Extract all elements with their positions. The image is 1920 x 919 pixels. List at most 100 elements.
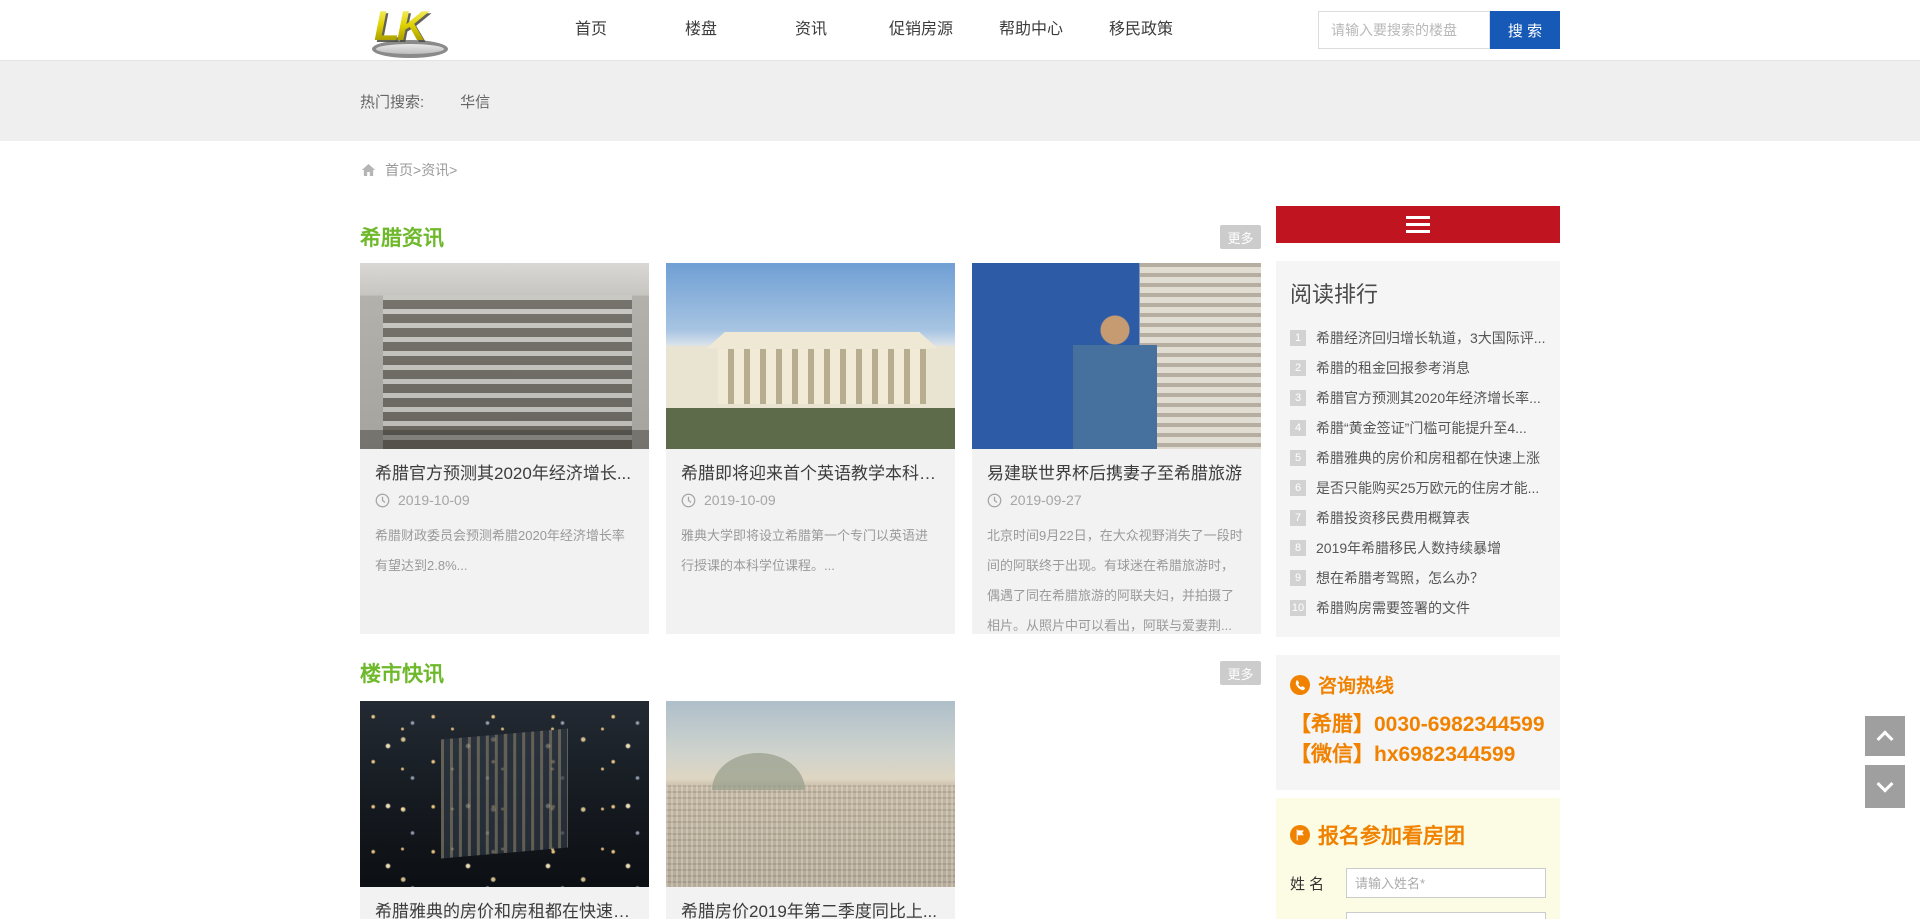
ranking-item-text: 想在希腊考驾照，怎么办？ — [1316, 568, 1484, 588]
ranking-title: 阅读排行 — [1290, 277, 1546, 309]
sidebar-menu-bar[interactable] — [1276, 206, 1560, 243]
search-box: 搜 索 — [1318, 11, 1560, 49]
chevron-down-icon — [1877, 775, 1894, 792]
nav-item[interactable]: 移民政策 — [1086, 0, 1196, 60]
ranking-item[interactable]: 7 希腊投资移民费用概算表 — [1290, 503, 1546, 533]
section-title-greece-news: 希腊资讯 — [360, 222, 444, 252]
chevron-up-icon — [1877, 730, 1894, 747]
sidebar: 阅读排行 1 希腊经济回归增长轨道，3大国际评... 2 希腊的租金回报参考消息… — [1276, 206, 1560, 919]
rank-number: 3 — [1290, 390, 1306, 406]
rank-number: 4 — [1290, 420, 1306, 436]
scroll-down-button[interactable] — [1865, 765, 1905, 808]
article-card[interactable]: 易建联世界杯后携妻子至希腊旅游 2019-09-27 北京时间9月22日，在大众… — [972, 263, 1261, 634]
ranking-item-text: 希腊官方预测其2020年经济增长率... — [1316, 388, 1541, 408]
rank-number: 7 — [1290, 510, 1306, 526]
nav-item[interactable]: 促销房源 — [866, 0, 976, 60]
site-logo[interactable]: LK — [360, 1, 464, 59]
ranking-item[interactable]: 9 想在希腊考驾照，怎么办？ — [1290, 563, 1546, 593]
hamburger-icon — [1406, 223, 1430, 226]
article-summary: 希腊财政委员会预测希腊2020年经济增长率有望达到2.8%... — [375, 521, 634, 581]
nav-item[interactable]: 帮助中心 — [976, 0, 1086, 60]
rank-number: 5 — [1290, 450, 1306, 466]
clock-icon — [681, 493, 696, 508]
article-thumbnail[interactable] — [666, 701, 955, 887]
ranking-item[interactable]: 4 希腊“黄金签证”门槛可能提升至4... — [1290, 413, 1546, 443]
section-title-market-news: 楼市快讯 — [360, 658, 444, 688]
signup-form-row: 电 话 — [1290, 912, 1546, 919]
ranking-item-text: 是否只能购买25万欧元的住房才能... — [1316, 478, 1539, 498]
hot-search-label: 热门搜索: — [360, 91, 424, 112]
rank-number: 6 — [1290, 480, 1306, 496]
article-date: 2019-09-27 — [1010, 492, 1082, 508]
article-card[interactable]: 希腊即将迎来首个英语教学本科学... 2019-10-09 雅典大学即将设立希腊… — [666, 263, 955, 634]
ranking-item[interactable]: 8 2019年希腊移民人数持续暴增 — [1290, 533, 1546, 563]
nav-item[interactable]: 首页 — [536, 0, 646, 60]
rank-number: 9 — [1290, 570, 1306, 586]
article-thumbnail[interactable] — [360, 701, 649, 887]
nav-item[interactable]: 楼盘 — [646, 0, 756, 60]
ranking-item-text: 希腊雅典的房价和房租都在快速上涨 — [1316, 448, 1540, 468]
article-title[interactable]: 易建联世界杯后携妻子至希腊旅游 — [987, 461, 1246, 487]
ranking-item[interactable]: 6 是否只能购买25万欧元的住房才能... — [1290, 473, 1546, 503]
section-market-news: 楼市快讯 更多 希腊雅典的房价和房租都在快速上涨 希腊 — [360, 658, 1261, 919]
form-input[interactable] — [1346, 868, 1546, 898]
ranking-item-text: 希腊购房需要签署的文件 — [1316, 598, 1470, 618]
article-card[interactable]: 希腊官方预测其2020年经济增长... 2019-10-09 希腊财政委员会预测… — [360, 263, 649, 634]
ranking-item-text: 希腊投资移民费用概算表 — [1316, 508, 1470, 528]
hot-search-keywords: 华信 — [424, 91, 490, 112]
ranking-item-text: 希腊的租金回报参考消息 — [1316, 358, 1470, 378]
phone-icon — [1290, 675, 1310, 695]
rank-number: 2 — [1290, 360, 1306, 376]
hot-search-bar: 热门搜索: 华信 — [0, 60, 1920, 141]
ranking-item[interactable]: 10 希腊购房需要签署的文件 — [1290, 593, 1546, 623]
section-greece-news: 希腊资讯 更多 希腊官方预测其2020年经济增长... — [360, 222, 1261, 634]
nav-item[interactable]: 资讯 — [756, 0, 866, 60]
article-summary: 北京时间9月22日，在大众视野消失了一段时间的阿联终于出现。有球迷在希腊旅游时，… — [987, 521, 1246, 634]
more-button-market-news[interactable]: 更多 — [1220, 661, 1261, 685]
article-title[interactable]: 希腊官方预测其2020年经济增长... — [375, 461, 634, 487]
signup-form-row: 姓 名 — [1290, 868, 1546, 898]
ranking-item-text: 2019年希腊移民人数持续暴增 — [1316, 538, 1501, 558]
scroll-up-button[interactable] — [1865, 716, 1905, 756]
search-input[interactable] — [1318, 11, 1490, 49]
hotline-panel: 咨询热线 【希腊】0030-6982344599【微信】hx6982344599 — [1276, 655, 1560, 790]
ranking-item[interactable]: 5 希腊雅典的房价和房租都在快速上涨 — [1290, 443, 1546, 473]
ranking-item[interactable]: 2 希腊的租金回报参考消息 — [1290, 353, 1546, 383]
form-label: 姓 名 — [1290, 873, 1346, 894]
main-menu: 首页楼盘资讯促销房源帮助中心移民政策 — [536, 0, 1196, 60]
article-thumbnail[interactable] — [972, 263, 1261, 449]
home-icon[interactable] — [360, 162, 377, 178]
article-summary: 雅典大学即将设立希腊第一个专门以英语进行授课的本科学位课程。... — [681, 521, 940, 581]
breadcrumb-item[interactable]: 首页> — [385, 162, 421, 178]
breadcrumb: 首页>资讯> — [360, 160, 1560, 180]
rank-number: 1 — [1290, 330, 1306, 346]
article-thumbnail[interactable] — [666, 263, 955, 449]
more-button-greece-news[interactable]: 更多 — [1220, 225, 1261, 249]
logo-text: LK — [374, 1, 464, 51]
signup-panel: 报名参加看房团 姓 名 电 话 — [1276, 798, 1560, 919]
ranking-item-text: 希腊经济回归增长轨道，3大国际评... — [1316, 328, 1545, 348]
breadcrumb-item[interactable]: 资讯> — [421, 162, 457, 178]
article-thumbnail[interactable] — [360, 263, 649, 449]
hot-search-keyword[interactable]: 华信 — [460, 94, 490, 111]
clock-icon — [375, 493, 390, 508]
article-title[interactable]: 希腊即将迎来首个英语教学本科学... — [681, 461, 940, 487]
article-card[interactable]: 希腊雅典的房价和房租都在快速上涨 — [360, 701, 649, 919]
top-navigation: LK 首页楼盘资讯促销房源帮助中心移民政策 搜 索 — [0, 0, 1920, 60]
article-columns: 希腊资讯 更多 希腊官方预测其2020年经济增长... — [360, 206, 1261, 919]
clock-icon — [987, 493, 1002, 508]
ranking-panel: 阅读排行 1 希腊经济回归增长轨道，3大国际评... 2 希腊的租金回报参考消息… — [1276, 261, 1560, 637]
form-input[interactable] — [1346, 912, 1546, 919]
hotline-number: 【希腊】0030-6982344599【微信】hx6982344599 — [1290, 710, 1546, 770]
article-title[interactable]: 希腊房价2019年第二季度同比上... — [681, 899, 940, 919]
rank-number: 8 — [1290, 540, 1306, 556]
article-title[interactable]: 希腊雅典的房价和房租都在快速上涨 — [375, 899, 634, 919]
ranking-item[interactable]: 3 希腊官方预测其2020年经济增长率... — [1290, 383, 1546, 413]
article-date: 2019-10-09 — [704, 492, 776, 508]
ranking-item[interactable]: 1 希腊经济回归增长轨道，3大国际评... — [1290, 323, 1546, 353]
flag-icon — [1290, 825, 1310, 845]
rank-number: 10 — [1290, 600, 1306, 616]
article-card[interactable]: 希腊房价2019年第二季度同比上... — [666, 701, 955, 919]
search-button[interactable]: 搜 索 — [1490, 11, 1560, 49]
hotline-title: 咨询热线 — [1318, 671, 1394, 698]
